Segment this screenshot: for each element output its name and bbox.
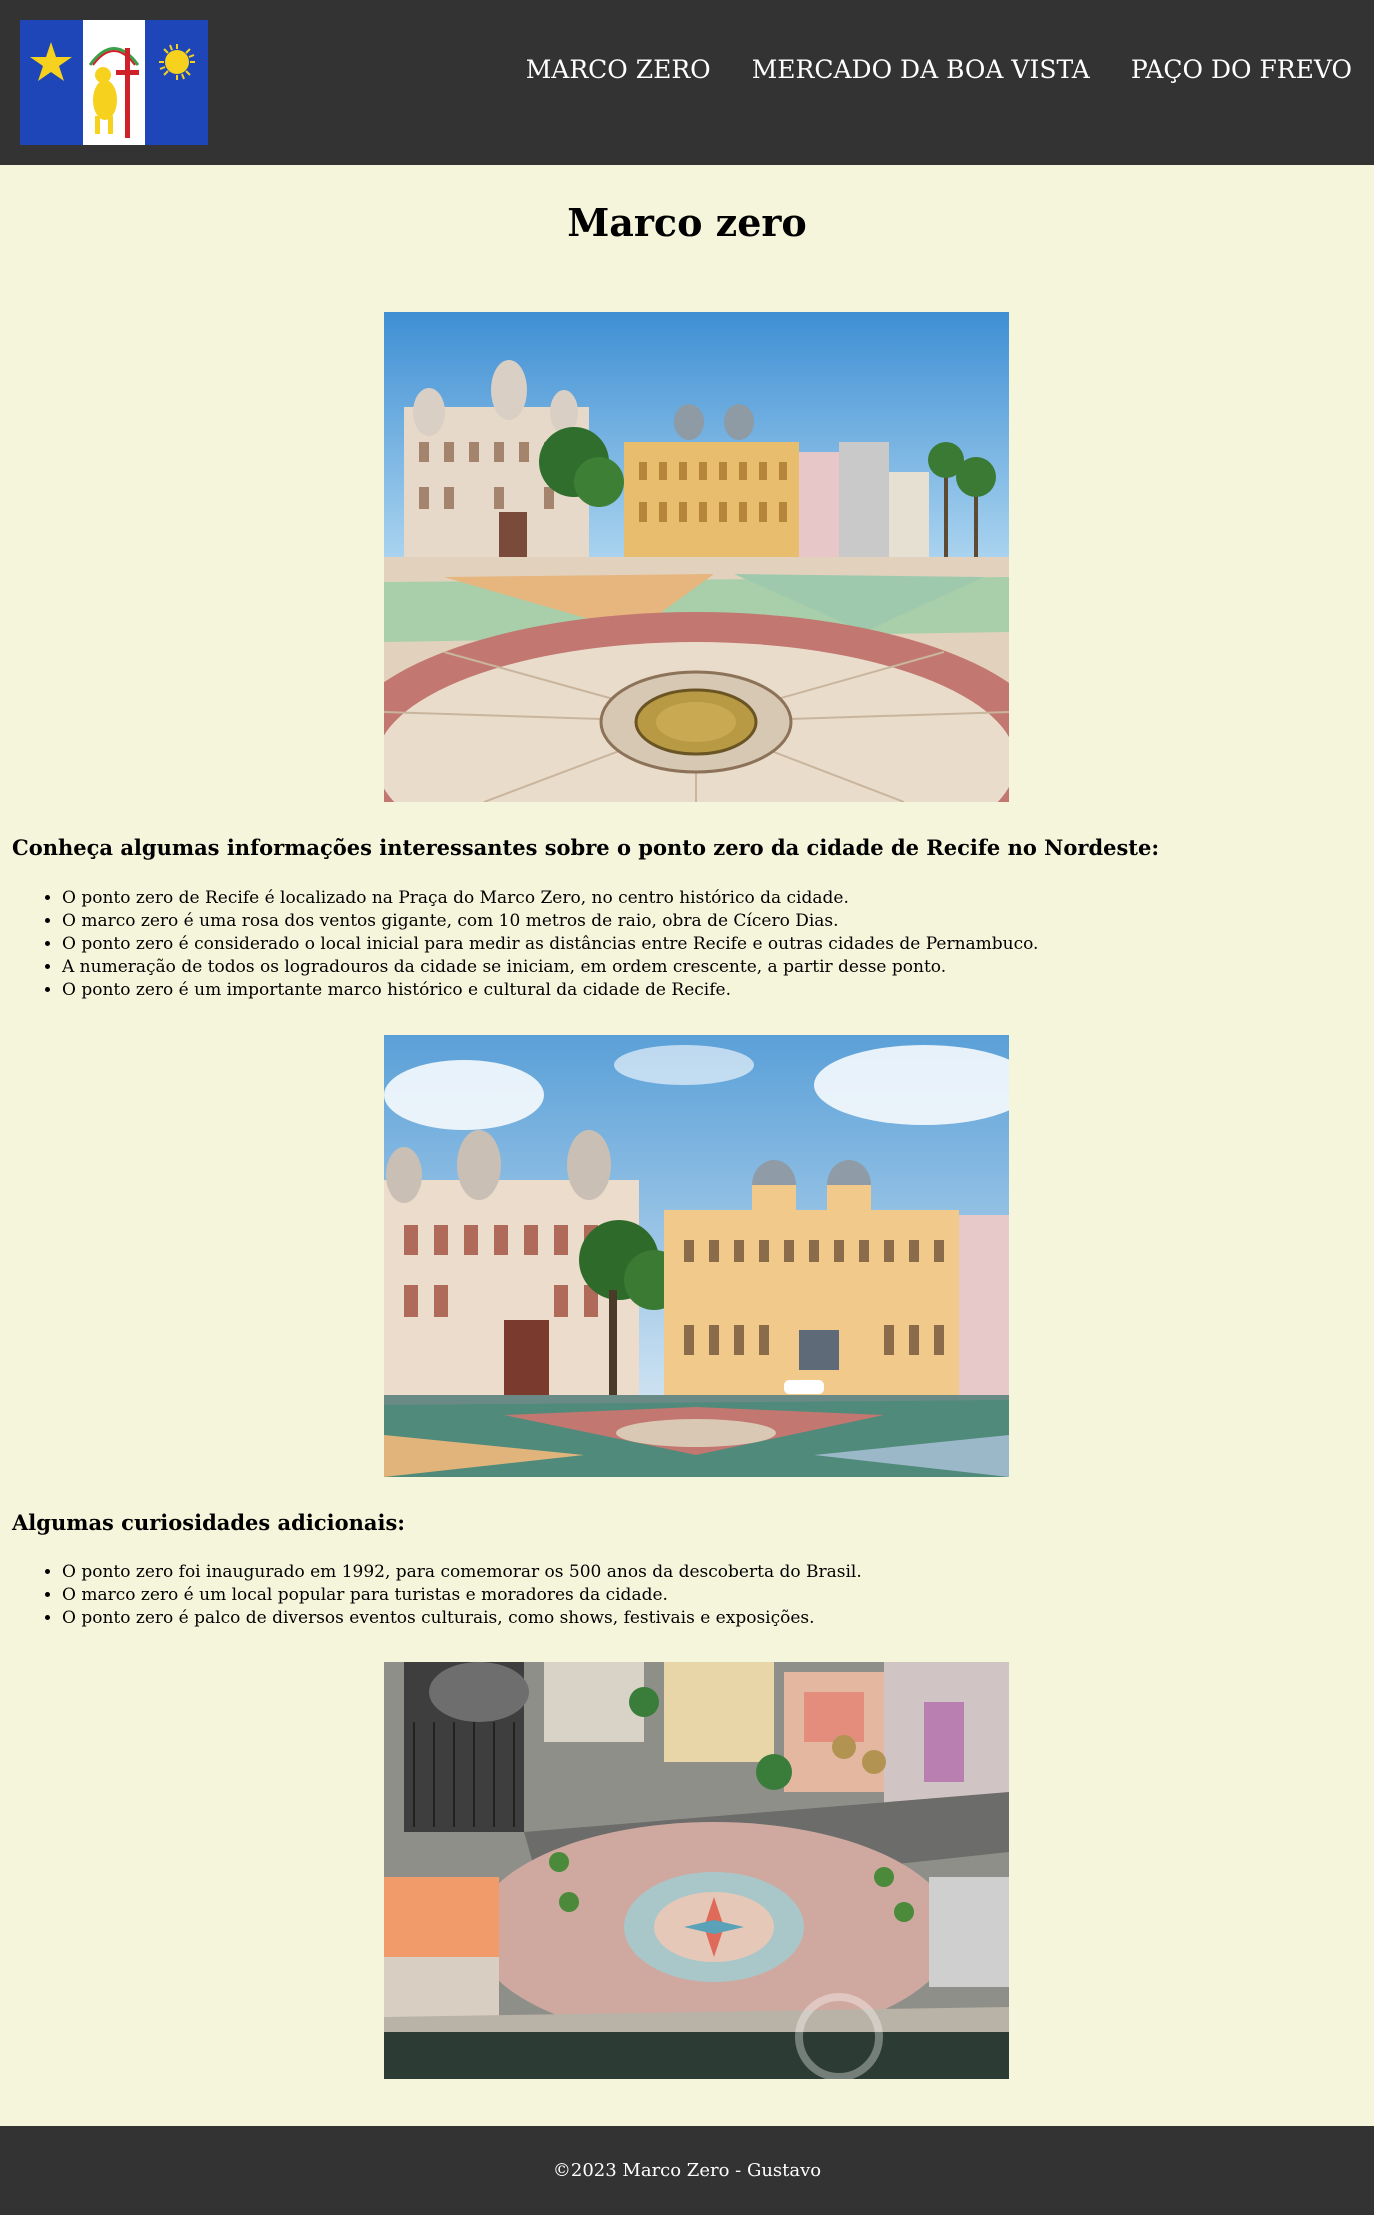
- list-item: O ponto zero de Recife é localizado na P…: [62, 887, 1038, 910]
- section-heading-curiosidades: Algumas curiosidades adicionais:: [12, 1510, 406, 1535]
- curiosities-list: O ponto zero foi inaugurado em 1992, par…: [12, 1561, 862, 1630]
- site-header: MARCO ZERO MERCADO DA BOA VISTA PAÇO DO …: [0, 0, 1374, 165]
- pernambuco-flag-logo[interactable]: [20, 20, 208, 145]
- page-title: Marco zero: [567, 200, 807, 245]
- list-item: O ponto zero foi inaugurado em 1992, par…: [62, 1561, 862, 1584]
- list-item: A numeração de todos os logradouros da c…: [62, 956, 1038, 979]
- footer-copyright: ©2023 Marco Zero - Gustavo: [552, 2160, 822, 2181]
- list-item: O marco zero é um local popular para tur…: [62, 1584, 862, 1607]
- main-nav: MARCO ZERO MERCADO DA BOA VISTA PAÇO DO …: [526, 55, 1352, 84]
- site-footer: ©2023 Marco Zero - Gustavo: [0, 2126, 1374, 2215]
- marco-zero-square-photo: [384, 312, 1009, 802]
- nav-link-paco-do-frevo[interactable]: PAÇO DO FREVO: [1131, 55, 1352, 84]
- historic-buildings-photo: [384, 1035, 1009, 1477]
- list-item: O ponto zero é considerado o local inici…: [62, 933, 1038, 956]
- info-list: O ponto zero de Recife é localizado na P…: [12, 887, 1038, 1002]
- list-item: O marco zero é uma rosa dos ventos gigan…: [62, 910, 1038, 933]
- nav-link-mercado-da-boa-vista[interactable]: MERCADO DA BOA VISTA: [752, 55, 1090, 84]
- aerial-view-photo: [384, 1662, 1009, 2079]
- list-item: O ponto zero é um importante marco histó…: [62, 979, 1038, 1002]
- section-heading-informacoes: Conheça algumas informações interessante…: [12, 835, 1160, 860]
- nav-link-marco-zero[interactable]: MARCO ZERO: [526, 55, 711, 84]
- list-item: O ponto zero é palco de diversos eventos…: [62, 1607, 862, 1630]
